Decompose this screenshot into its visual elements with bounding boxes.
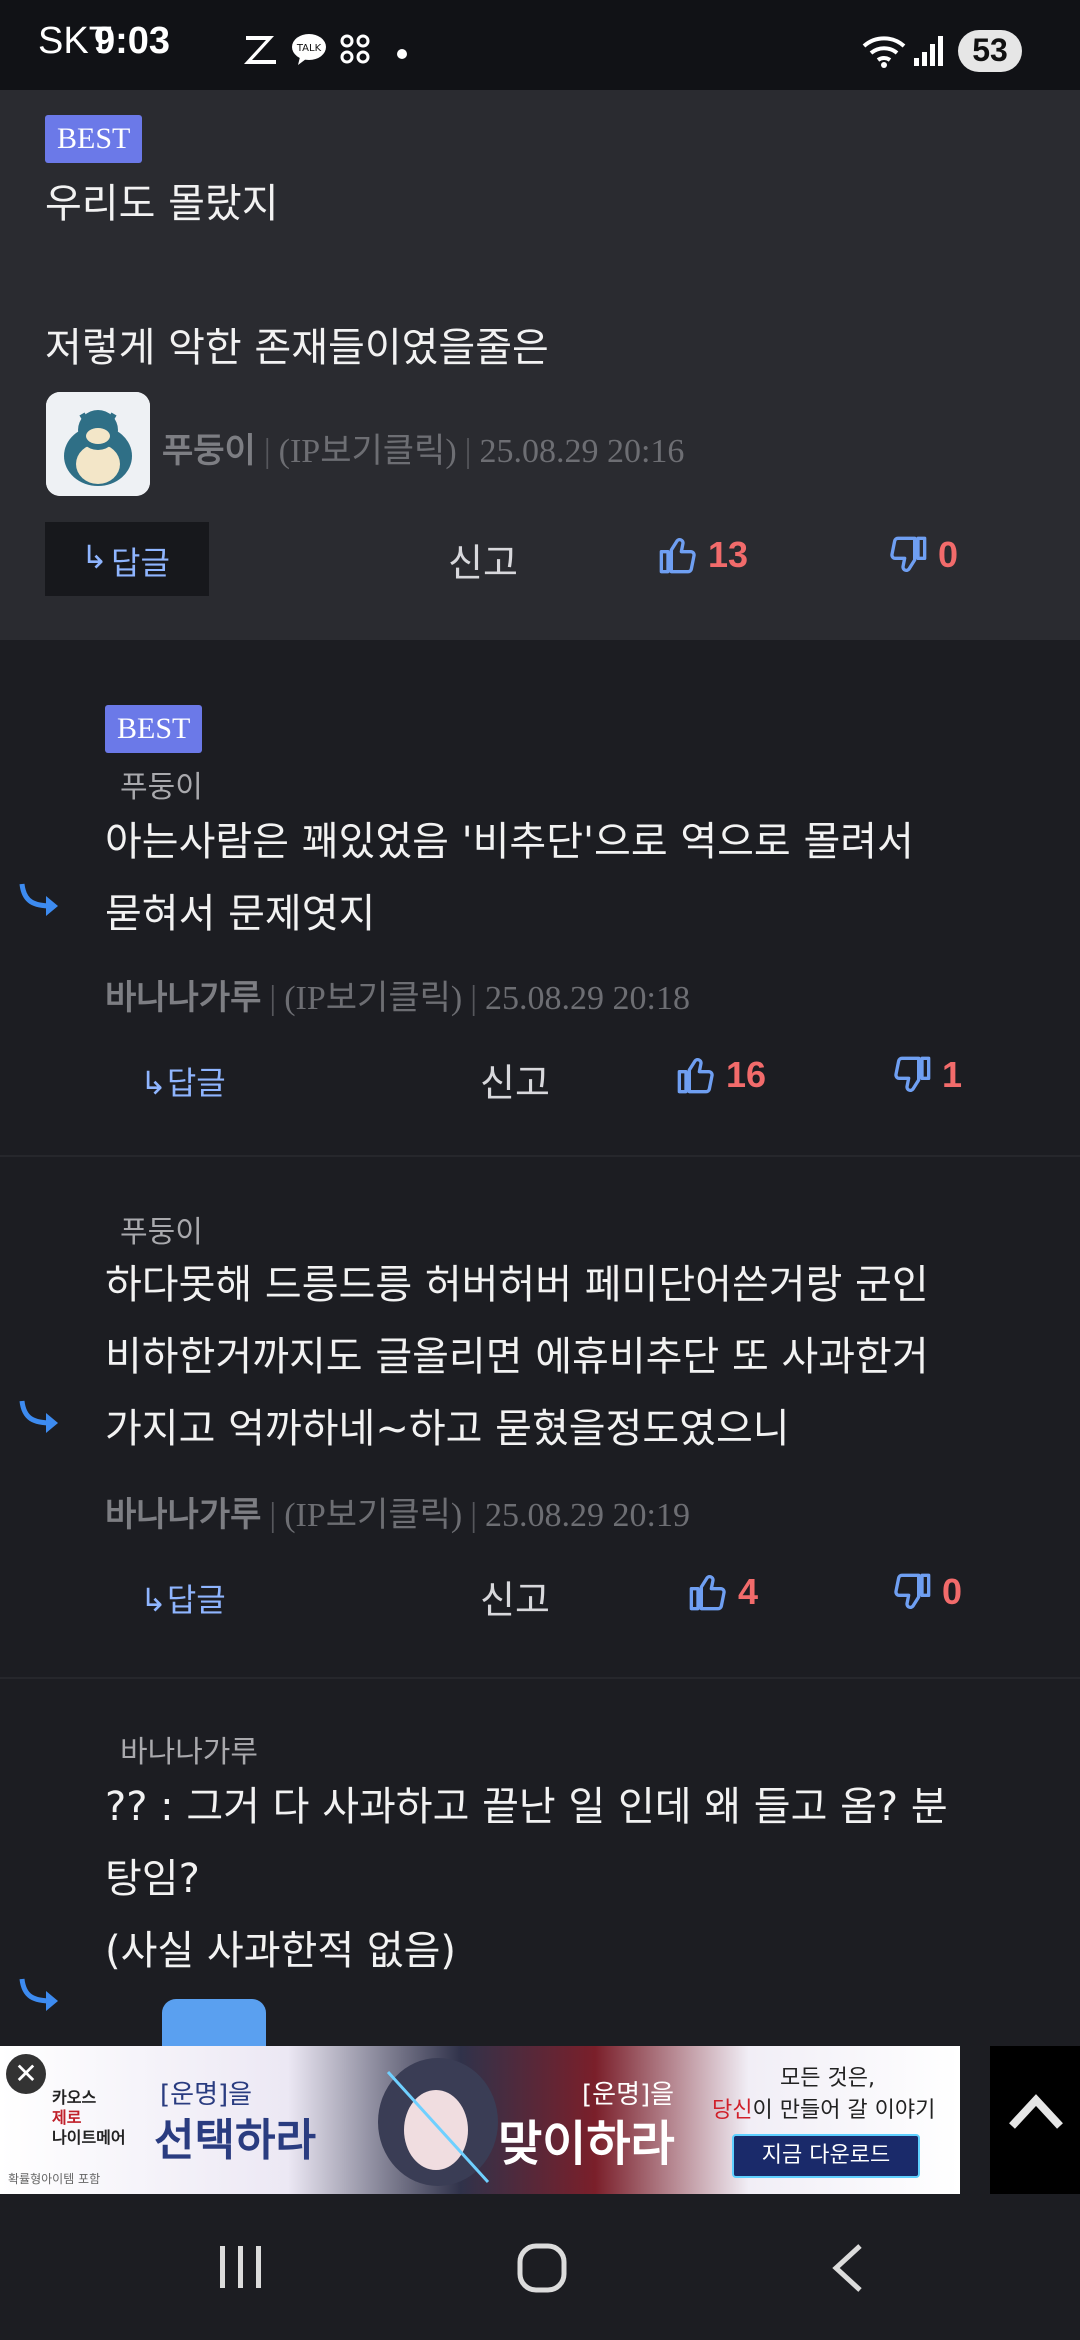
battery-level: 53 (972, 32, 1008, 68)
comment-body-line: 비하한거까지도 글올리면 에휴비추단 또 사과한거 (105, 1334, 929, 1380)
reply-button[interactable]: ↳ 답글 (45, 522, 209, 596)
comment-date: 25.08.29 20:18 (485, 980, 690, 1017)
ad-brand-line: 나이트메어 (52, 2128, 126, 2147)
dot-icon (397, 49, 407, 59)
zepeto-z-icon (244, 36, 276, 64)
thumbs-down-icon (894, 1056, 931, 1092)
comment-body-line: 묻혀서 문제엿지 (105, 891, 376, 937)
comment-item: BEST 푸둥이 아는사람은 꽤있었음 '비추단'으로 역으로 몰려서 묻혀서 … (0, 640, 1080, 1157)
ad-copy-line: 당신이 만들어 갈 이야기 (712, 2092, 935, 2124)
reply-label: 답글 (166, 1064, 226, 1102)
comment-item: 바나나가루 ?? : 그거 다 사과하고 끝난 일 인데 왜 들고 옴? 분 탕… (0, 1679, 1080, 2103)
comment-author[interactable]: 바나나가루 (105, 978, 261, 1018)
like-count: 4 (738, 1571, 759, 1612)
report-button[interactable]: 신고 (480, 1052, 550, 1107)
comment-author[interactable]: 푸둥이 (162, 431, 256, 471)
ad-tagline-big: 선택하라 (154, 2115, 316, 2166)
ad-tagline-big: 맞이하라 (498, 2116, 675, 2172)
reply-button[interactable]: ↳답글 (140, 1575, 226, 1621)
report-button[interactable]: 신고 (448, 532, 518, 587)
reply-indicator-icon (19, 1400, 58, 1433)
status-bar: SKT 9:03 TALK 53 (0, 0, 1080, 90)
thumbs-up-icon (659, 538, 696, 574)
ad-character-art (318, 2052, 518, 2192)
comment-date: 25.08.29 20:16 (479, 433, 685, 470)
dislike-button[interactable]: 0 (892, 1571, 962, 1613)
reply-to-name: 바나나가루 (120, 1735, 258, 1770)
reply-indicator-icon (19, 1978, 58, 2011)
comment-body-line: 하다못해 드릉드릉 허버허버 페미단어쓴거랑 군인 (105, 1262, 929, 1308)
reply-label: 답글 (111, 544, 170, 582)
thumbs-down-icon (890, 536, 927, 572)
comment-author[interactable]: 바나나가루 (105, 1495, 261, 1535)
comment-body-line: ?? : 그거 다 사과하고 끝난 일 인데 왜 들고 옴? 분 (105, 1784, 948, 1830)
reply-indicator-icon (19, 883, 58, 916)
svg-text:TALK: TALK (296, 43, 322, 54)
reply-arrow-icon: ↳ (81, 538, 108, 576)
snorlax-avatar-icon (46, 392, 150, 496)
ad-close-icon[interactable]: ✕ (6, 2054, 46, 2094)
report-button[interactable]: 신고 (480, 1569, 550, 1624)
signal-icon (914, 36, 943, 66)
thumbs-down-icon (894, 1573, 931, 1609)
ad-banner[interactable]: ✕ 카오스 제로 나이트메어 확률형아이템 포함 [운명]을 선택하라 [운명]… (0, 2046, 960, 2194)
battery-indicator: 53 (958, 30, 1022, 72)
comment-body-line: (사실 사과한적 없음) (105, 1928, 457, 1974)
ip-view-link[interactable]: (IP보기클릭) (284, 1497, 462, 1534)
comment-date: 25.08.29 20:19 (485, 1497, 690, 1534)
ip-view-link[interactable]: (IP보기클릭) (279, 433, 457, 470)
app-grid-icon (340, 34, 370, 64)
comment-meta: 바나나가루 | (IP보기클릭) | 25.08.29 20:18 (105, 978, 690, 1018)
like-button[interactable]: 13 (658, 534, 748, 576)
reply-arrow-icon: ↳ (140, 1064, 167, 1102)
back-icon[interactable] (828, 2242, 868, 2294)
ad-brand-line: 카오스 (52, 2088, 97, 2107)
comment-body-line: 우리도 몰랐지 (45, 181, 279, 227)
comment-meta: 바나나가루 | (IP보기클릭) | 25.08.29 20:19 (105, 1495, 690, 1535)
recent-apps-icon[interactable] (216, 2242, 266, 2292)
reply-to-name: 푸둥이 (120, 1215, 203, 1250)
ad-copy-line: 모든 것은, (780, 2066, 875, 2091)
ad-highlight: 당신 (712, 2098, 753, 2123)
dislike-button[interactable]: 0 (888, 534, 958, 576)
scroll-to-top-button[interactable] (990, 2046, 1080, 2194)
reply-arrow-icon: ↳ (140, 1581, 167, 1619)
reply-to-name: 푸둥이 (120, 770, 203, 805)
like-count: 16 (726, 1054, 767, 1095)
comment-body-line: 가지고 억까하네~하고 묻혔을정도였으니 (105, 1406, 790, 1452)
ad-download-button[interactable]: 지금 다운로드 (732, 2134, 920, 2178)
comment-body-line: 탕임? (105, 1856, 200, 1902)
like-button[interactable]: 16 (676, 1054, 766, 1096)
thumbs-up-icon (689, 1575, 726, 1611)
like-button[interactable]: 4 (688, 1571, 758, 1613)
dislike-count: 0 (938, 534, 959, 575)
ad-footnote: 확률형아이템 포함 (8, 2172, 101, 2186)
reply-label: 답글 (166, 1581, 226, 1619)
comment-item: 푸둥이 하다못해 드릉드릉 허버허버 페미단어쓴거랑 군인 비하한거까지도 글올… (0, 1157, 1080, 1679)
ad-brand-line: 제로 (52, 2108, 82, 2127)
kakaotalk-icon: TALK (292, 34, 326, 65)
ad-copy-rest: 이 만들어 갈 이야기 (752, 2098, 936, 2123)
best-badge: BEST (45, 115, 143, 163)
comment-item: BEST 우리도 몰랐지 저렇게 악한 존재들이였을줄은 푸둥이 | (IP보기클릭… (0, 90, 1080, 640)
thumbs-up-icon (677, 1058, 714, 1094)
comment-meta: 푸둥이 | (IP보기클릭) | 25.08.29 20:16 (162, 431, 685, 471)
best-badge: BEST (105, 705, 203, 753)
avatar[interactable] (46, 392, 150, 496)
ad-brand-logo: 카오스 제로 나이트메어 (52, 2088, 126, 2148)
reply-button[interactable]: ↳답글 (140, 1058, 226, 1104)
wifi-icon (862, 36, 906, 68)
like-count: 13 (708, 534, 749, 575)
clock: 9:03 (94, 20, 171, 62)
comment-body-line: 저렇게 악한 존재들이였을줄은 (45, 325, 549, 371)
comment-body-line: 아는사람은 꽤있었음 '비추단'으로 역으로 몰려서 (105, 819, 914, 865)
chevron-up-icon (1009, 2094, 1063, 2129)
dislike-count: 0 (942, 1571, 963, 1612)
dislike-count: 1 (942, 1054, 963, 1095)
system-navigation-bar (0, 2194, 1080, 2340)
ip-view-link[interactable]: (IP보기클릭) (284, 980, 462, 1017)
dislike-button[interactable]: 1 (892, 1054, 962, 1096)
home-icon[interactable] (516, 2242, 568, 2294)
